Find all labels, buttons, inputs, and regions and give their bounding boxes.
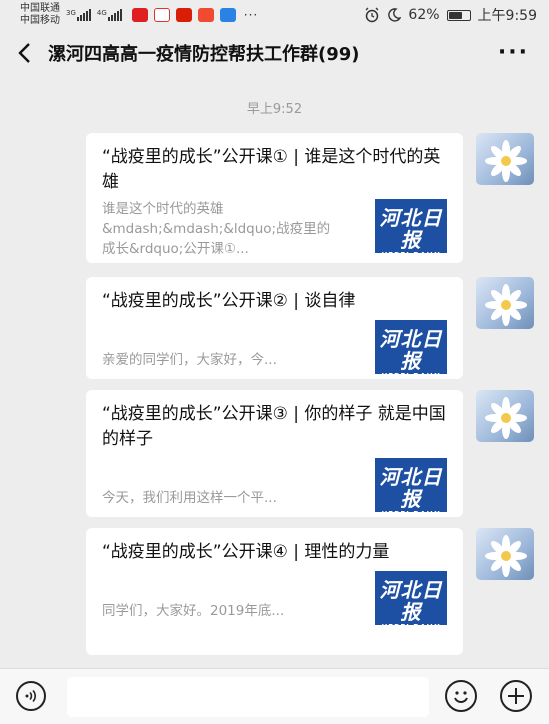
article-description: 今天，我们利用这样一个平... <box>102 490 277 506</box>
daisy-avatar-icon <box>485 535 527 577</box>
article-card[interactable]: “战疫里的成长”公开课④ | 理性的力量 同学们，大家好。2019年底... 河… <box>86 528 463 655</box>
daisy-avatar-icon <box>485 397 527 439</box>
article-thumbnail: 河北日报 HEBEI DAILY <box>375 458 447 518</box>
thumbnail-subtitle: HEBEI DAILY <box>381 251 441 259</box>
voice-input-button[interactable] <box>16 681 46 711</box>
article-card[interactable]: “战疫里的成长”公开课② | 谈自律 亲爱的同学们，大家好，今... 河北日报 … <box>86 277 463 380</box>
article-card[interactable]: “战疫里的成长”公开课③ | 你的样子 就是中国的样子 今天，我们利用这样一个平… <box>86 390 463 518</box>
thumbnail-logo: 河北日报 <box>379 465 443 511</box>
article-title: “战疫里的成长”公开课④ | 理性的力量 <box>102 542 390 562</box>
article-thumbnail: 河北日报 HEBEI DAILY <box>375 199 447 259</box>
more-notifications-icon: ··· <box>243 8 259 22</box>
avatar[interactable] <box>476 133 534 185</box>
article-card[interactable]: “战疫里的成长”公开课① | 谁是这个时代的英雄 谁是这个时代的英雄&mdash… <box>86 133 463 263</box>
avatar[interactable] <box>476 277 534 329</box>
do-not-disturb-moon-icon <box>388 8 402 22</box>
signal-2-icon: 4G <box>97 9 122 21</box>
article-thumbnail: 河北日报 HEBEI DAILY <box>375 571 447 631</box>
battery-percentage: 62% <box>408 7 440 23</box>
weibo-icon <box>153 8 170 22</box>
article-title: “战疫里的成长”公开课② | 谈自律 <box>102 291 356 311</box>
avatar[interactable] <box>476 390 534 442</box>
emoji-button[interactable] <box>445 680 477 712</box>
daisy-avatar-icon <box>485 284 527 326</box>
app-notification-icon <box>219 8 236 22</box>
network-type-2: 4G <box>96 9 107 17</box>
more-options-button[interactable]: ··· <box>498 42 529 64</box>
article-title: “战疫里的成长”公开课③ | 你的样子 就是中国的样子 <box>102 404 446 449</box>
message-timestamp: 早上9:52 <box>246 102 303 117</box>
article-thumbnail: 河北日报 HEBEI DAILY <box>375 320 447 380</box>
status-bar: 中国联通 中国移动 3G 4G ··· 62% 上午9:59 <box>0 0 549 30</box>
carrier-1: 中国联通 <box>20 3 60 14</box>
carrier-2: 中国移动 <box>20 15 60 26</box>
thumbnail-logo: 河北日报 <box>379 578 443 624</box>
back-button[interactable] <box>0 30 48 76</box>
article-description: 亲爱的同学们，大家好，今... <box>102 352 277 368</box>
carrier-names: 中国联通 中国移动 <box>20 3 60 27</box>
thumbnail-subtitle: HEBEI DAILY <box>381 623 441 631</box>
chat-title: 漯河四高高一疫情防控帮扶工作群(99) <box>48 44 360 65</box>
thumbnail-logo: 河北日报 <box>379 206 443 252</box>
signal-1-icon: 3G <box>66 9 91 21</box>
input-bar <box>0 668 549 724</box>
app-notification-icon <box>175 8 192 22</box>
status-time: 上午9:59 <box>477 8 537 24</box>
voice-wave-icon <box>25 689 36 703</box>
network-type-1: 3G <box>66 9 76 17</box>
article-description: 谁是这个时代的英雄&mdash;&mdash;&ldquo;战疫里的成长&rdq… <box>102 201 331 257</box>
article-title: “战疫里的成长”公开课① | 谁是这个时代的英雄 <box>102 147 441 192</box>
thumbnail-logo: 河北日报 <box>379 327 443 373</box>
back-arrow-icon <box>18 43 30 63</box>
app-notification-icon <box>197 8 214 22</box>
plus-icon <box>508 688 524 704</box>
thumbnail-subtitle: HEBEI DAILY <box>381 510 441 518</box>
alarm-icon <box>365 7 379 23</box>
battery-icon <box>446 9 471 21</box>
app-notification-icon <box>131 8 148 22</box>
notification-icons <box>131 8 236 22</box>
smiley-icon <box>454 691 468 703</box>
daisy-avatar-icon <box>485 140 527 182</box>
chat-header: 漯河四高高一疫情防控帮扶工作群(99) ··· <box>0 30 549 76</box>
more-functions-button[interactable] <box>500 680 532 712</box>
article-description: 同学们，大家好。2019年底... <box>102 603 285 619</box>
thumbnail-subtitle: HEBEI DAILY <box>381 372 441 380</box>
avatar[interactable] <box>476 528 534 580</box>
message-input[interactable] <box>67 677 429 717</box>
